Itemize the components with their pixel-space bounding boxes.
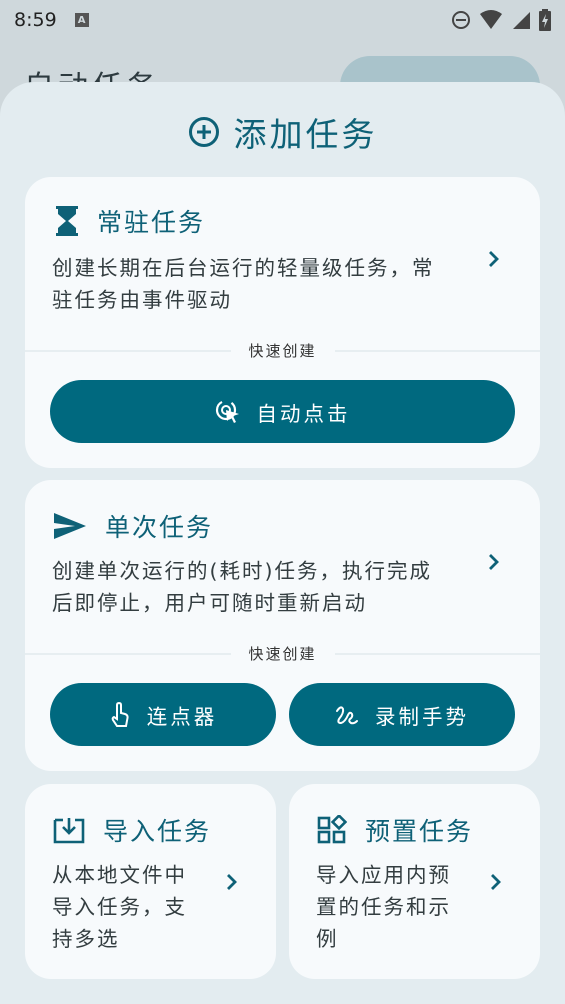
preset-task-header: 预置任务 [317,812,473,848]
chevron-right-icon[interactable] [225,872,239,892]
clicker-label: 连点器 [146,704,218,729]
chevron-right-icon[interactable] [489,872,503,892]
tap-target-icon [215,399,239,423]
auto-click-label: 自动点击 [256,401,351,426]
widgets-icon [317,815,347,844]
quick-create-label: 快速创建 [248,342,317,360]
import-task-description: 从本地文件中 导入任务，支 持多选 [52,863,187,951]
resident-task-header: 常驻任务 [55,203,205,239]
add-circle-icon [188,117,219,147]
resident-task-title: 常驻任务 [97,208,206,237]
resident-task-card[interactable]: 常驻任务 创建长期在后台运行的轻量级任务，常 驻任务由事件驱动 快速创建 自动点… [25,177,541,468]
preset-task-title: 预置任务 [365,817,474,846]
import-task-card[interactable]: 导入任务 从本地文件中 导入任务，支 持多选 [25,784,276,979]
quick-create-label: 快速创建 [248,645,317,663]
quick-create-divider: 快速创建 [25,340,541,361]
single-task-header: 单次任务 [53,508,213,544]
send-icon [54,513,86,539]
import-task-header: 导入任务 [53,812,211,848]
auto-click-button[interactable]: 自动点击 [50,380,515,443]
notification-a-icon: A [74,13,89,27]
signal-icon [513,12,530,29]
gesture-icon [336,705,358,724]
import-task-title: 导入任务 [103,817,212,846]
download-tray-icon [53,818,85,844]
chevron-right-icon[interactable] [487,249,501,269]
single-task-card[interactable]: 单次任务 创建单次运行的(耗时)任务，执行完成 后即停止，用户可随时重新启动 快… [25,480,541,771]
record-gesture-label: 录制手势 [375,704,469,729]
battery-icon [539,9,551,31]
chevron-right-icon[interactable] [487,552,501,572]
resident-task-description: 创建长期在后台运行的轻量级任务，常 驻任务由事件驱动 [52,256,435,312]
do-not-disturb-icon [452,11,470,29]
sheet-title-text: 添加任务 [233,115,378,154]
single-task-title: 单次任务 [105,513,214,542]
add-task-sheet: 添加任务 常驻任务 创建长期在后台运行的轻量级任务，常 驻任务由事件驱动 快速创… [0,82,565,1004]
hourglass-icon [56,206,78,236]
record-gesture-button[interactable]: 录制手势 [289,683,515,746]
status-time: 8:59 [14,9,57,31]
clicker-button[interactable]: 连点器 [50,683,276,746]
wifi-icon [480,10,502,29]
touch-finger-icon [111,701,129,727]
preset-task-description: 导入应用内预 置的任务和示 例 [316,863,451,951]
quick-create-divider: 快速创建 [25,643,541,664]
single-task-description: 创建单次运行的(耗时)任务，执行完成 后即停止，用户可随时重新启动 [52,559,432,615]
sheet-title: 添加任务 [0,108,565,156]
preset-task-card[interactable]: 预置任务 导入应用内预 置的任务和示 例 [289,784,540,979]
status-icons [451,9,551,31]
status-bar: 8:59 A [0,0,565,40]
